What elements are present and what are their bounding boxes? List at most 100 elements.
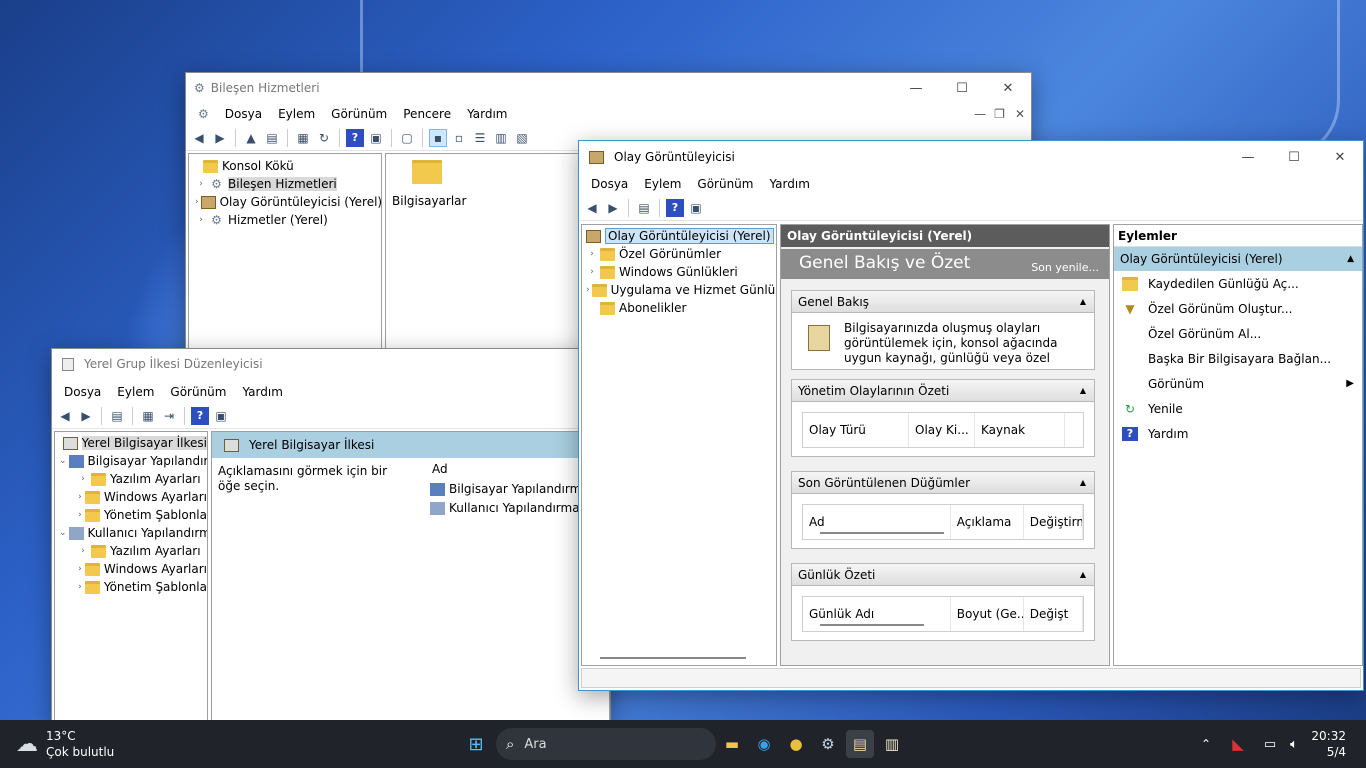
tree-item-software-settings[interactable]: › Yazılım Ayarları [55,470,207,488]
tree-item-component-services[interactable]: › ⚙ Bileşen Hizmetleri [189,175,381,193]
properties-icon[interactable]: ▦ [139,407,157,425]
large-icons-view-icon[interactable]: ▪ [429,128,447,147]
help-icon[interactable]: ? [666,198,684,217]
section-header[interactable]: Günlük Özeti ▲ [792,564,1094,586]
tree-item-user-config[interactable]: ⌄ Kullanıcı Yapılandırm [55,524,207,542]
computers-folder[interactable]: Bilgisayarlar [392,160,466,208]
tree-item-computer-config[interactable]: ⌄ Bilgisayar Yapılandırm [55,452,207,470]
status-view-icon[interactable]: ▧ [513,129,531,147]
maximize-button[interactable]: ☐ [939,73,985,103]
collapse-icon[interactable]: ▲ [1080,297,1086,306]
close-button[interactable]: ✕ [1317,141,1363,173]
horizontal-scrollbar[interactable] [600,657,746,659]
column-modified[interactable]: Değiştirm [1024,505,1083,539]
export-list-icon[interactable]: ⇥ [160,407,178,425]
chrome-browser-icon[interactable]: ● [782,730,810,758]
menu-dosya[interactable]: Dosya [56,385,109,399]
weather-widget[interactable]: ☁ 13°C Çok bulutlu [16,728,114,760]
menu-eylem[interactable]: Eylem [636,177,689,191]
action-view[interactable]: Görünüm ▶ [1114,371,1362,396]
tree-item-services[interactable]: › ⚙ Hizmetler (Yerel) [189,211,381,229]
menu-gorunum[interactable]: Görünüm [689,177,761,191]
title-bar[interactable]: Yerel Grup İlkesi Düzenleyicisi [52,349,610,379]
tree-item-subscriptions[interactable]: Abonelikler [582,299,776,317]
action-refresh[interactable]: ↻ Yenile [1114,396,1362,421]
minimize-button[interactable]: — [1225,141,1271,173]
group-policy-taskbar-icon[interactable]: ▥ [878,730,906,758]
tree-item-console-root[interactable]: Konsol Kökü [189,157,381,175]
list-view-icon[interactable]: ☰ [471,129,489,147]
show-hide-tree-icon[interactable]: ▤ [635,199,653,217]
file-explorer-icon[interactable]: ▬ [718,730,746,758]
tree-item-custom-views[interactable]: › Özel Görünümler [582,245,776,263]
back-icon[interactable]: ◀ [583,199,601,217]
forward-icon[interactable]: ▶ [604,199,622,217]
back-icon[interactable]: ◀ [56,407,74,425]
help-icon[interactable]: ? [191,406,209,425]
menu-dosya[interactable]: Dosya [217,107,270,121]
column-size[interactable]: Boyut (Ge... [951,597,1024,631]
tree-item-local-computer-policy[interactable]: Yerel Bilgisayar İlkesi [55,434,207,452]
action-import-custom-view[interactable]: Özel Görünüm Al... [1114,321,1362,346]
mdi-restore-button[interactable]: ❐ [990,107,1009,121]
action-pane-icon[interactable]: ▣ [212,407,230,425]
action-help[interactable]: ? Yardım [1114,421,1362,446]
title-bar[interactable]: ⚙ Bileşen Hizmetleri — ☐ ✕ [186,73,1031,103]
forward-icon[interactable]: ▶ [77,407,95,425]
tree-item-admin-templates[interactable]: › Yönetim Şablonla [55,506,207,524]
start-button[interactable]: ⊞ [462,730,490,758]
menu-eylem[interactable]: Eylem [109,385,162,399]
forward-icon[interactable]: ▶ [211,129,229,147]
column-event-type[interactable]: Olay Türü [803,413,909,447]
section-header[interactable]: Genel Bakış ▲ [792,291,1094,313]
tree-item-user-software-settings[interactable]: › Yazılım Ayarları [55,542,207,560]
edge-browser-icon[interactable]: ◉ [750,730,778,758]
menu-gorunum[interactable]: Görünüm [323,107,395,121]
mdi-close-button[interactable]: ✕ [1009,107,1031,121]
back-icon[interactable]: ◀ [190,129,208,147]
action-create-custom-view[interactable]: ▼ Özel Görünüm Oluştur... [1114,296,1362,321]
tree-item-app-service-logs[interactable]: › Uygulama ve Hizmet Günlük [582,281,776,299]
group-policy-editor-window[interactable]: Yerel Grup İlkesi Düzenleyicisi Dosya Ey… [51,348,611,722]
list-item-computer-config[interactable]: Bilgisayar Yapılandırması [428,482,598,496]
clock[interactable]: 20:32 5/4 [1311,728,1346,760]
tree-item-user-admin-templates[interactable]: › Yönetim Şablonla [55,578,207,596]
up-folder-icon[interactable]: ▲ [242,129,260,147]
column-modified[interactable]: Değişt [1024,597,1083,631]
show-hide-tree-icon[interactable]: ▤ [108,407,126,425]
volume-icon[interactable]: 🔈︎ [1280,730,1308,758]
action-pane-icon[interactable]: ▣ [687,199,705,217]
new-window-icon[interactable]: ▢ [398,129,416,147]
event-viewer-window[interactable]: Olay Görüntüleyicisi — ☐ ✕ Dosya Eylem G… [578,140,1364,691]
actions-selected-item[interactable]: Olay Görüntüleyicisi (Yerel) ▲ [1114,247,1362,271]
horizontal-scrollbar[interactable] [820,624,924,626]
menu-gorunum[interactable]: Görünüm [162,385,234,399]
tree-item-windows-logs[interactable]: › Windows Günlükleri [582,263,776,281]
menu-dosya[interactable]: Dosya [583,177,636,191]
tree-item-windows-settings[interactable]: › Windows Ayarları [55,488,207,506]
component-services-taskbar-icon[interactable]: ⚙ [814,730,842,758]
menu-eylem[interactable]: Eylem [270,107,323,121]
minimize-button[interactable]: — [893,73,939,103]
column-header-name[interactable]: Ad [432,462,448,476]
column-description[interactable]: Açıklama [951,505,1024,539]
column-source[interactable]: Kaynak [975,413,1065,447]
maximize-button[interactable]: ☐ [1271,141,1317,173]
collapse-icon[interactable]: ▲ [1347,254,1354,264]
column-event-id[interactable]: Olay Ki... [909,413,975,447]
mdi-minimize-button[interactable]: — [970,107,990,121]
close-button[interactable]: ✕ [985,73,1031,103]
tree-item-event-viewer[interactable]: › Olay Görüntüleyicisi (Yerel) [189,193,381,211]
list-item-user-config[interactable]: Kullanıcı Yapılandırması [428,501,589,515]
action-connect-other-computer[interactable]: Başka Bir Bilgisayara Bağlan... [1114,346,1362,371]
tree-item-user-windows-settings[interactable]: › Windows Ayarları [55,560,207,578]
section-header[interactable]: Son Görüntülenen Düğümler ▲ [792,472,1094,494]
amd-software-icon[interactable]: ◣ [1224,730,1252,758]
search-box[interactable]: ⌕ Ara [496,728,716,760]
collapse-icon[interactable]: ▲ [1080,386,1086,395]
menu-yardim[interactable]: Yardım [459,107,515,121]
menu-yardim[interactable]: Yardım [234,385,290,399]
properties-icon[interactable]: ▦ [294,129,312,147]
detail-view-icon[interactable]: ▥ [492,129,510,147]
collapse-icon[interactable]: ▲ [1080,478,1086,487]
